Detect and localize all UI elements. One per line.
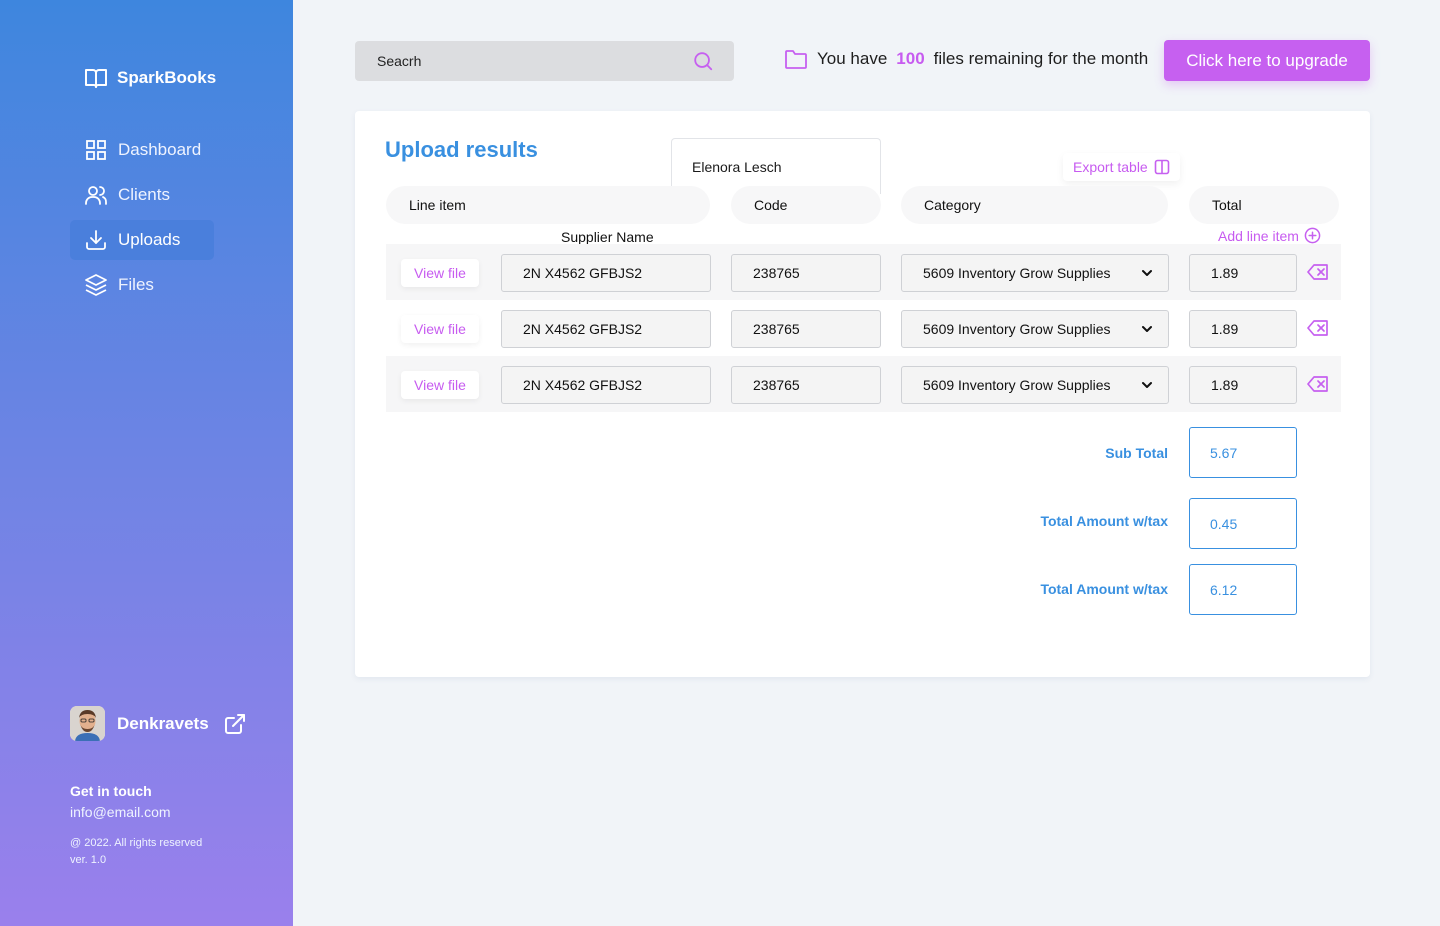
version-text: ver. 1.0	[70, 854, 107, 866]
table-row: View file 2N X4562 GFBJS2 238765 5609 In…	[386, 244, 1341, 300]
subtotal-label: Sub Total	[1105, 445, 1168, 461]
avatar[interactable]	[70, 706, 105, 741]
download-icon	[86, 230, 106, 250]
external-link-icon[interactable]	[223, 712, 247, 736]
supplier-name-label: Supplier Name	[561, 229, 654, 245]
view-file-button[interactable]: View file	[401, 315, 479, 343]
sidebar-item-label: Clients	[118, 185, 170, 204]
chevron-down-icon	[1142, 382, 1152, 388]
category-value: 5609 Inventory Grow Supplies	[923, 321, 1111, 337]
code-input[interactable]: 238765	[731, 254, 881, 292]
page-title: Upload results	[385, 137, 538, 162]
total-input[interactable]: 1.89	[1189, 310, 1297, 348]
chevron-down-icon	[1142, 270, 1152, 276]
files-remaining-notice: You have 100 files remaining for the mon…	[784, 48, 1148, 70]
brand-logo[interactable]: SparkBooks	[84, 67, 216, 89]
code-input[interactable]: 238765	[731, 366, 881, 404]
search-input[interactable]	[377, 53, 692, 69]
column-header-line-item[interactable]: Line item	[386, 186, 710, 224]
brand-name: SparkBooks	[117, 68, 217, 87]
files-remaining-count: 100	[896, 49, 925, 68]
user-profile[interactable]: Denkravets	[70, 706, 247, 741]
column-header-category[interactable]: Category	[901, 186, 1168, 224]
total-with-tax-field[interactable]: 6.12	[1189, 564, 1297, 615]
total-input[interactable]: 1.89	[1189, 254, 1297, 292]
line-item-input[interactable]: 2N X4562 GFBJS2	[501, 254, 711, 292]
category-value: 5609 Inventory Grow Supplies	[923, 377, 1111, 393]
category-select[interactable]: 5609 Inventory Grow Supplies	[901, 310, 1169, 348]
users-icon	[85, 186, 107, 205]
tax-amount-label: Total Amount w/tax	[1040, 513, 1168, 529]
add-line-item-button[interactable]: Add line item	[1218, 227, 1321, 244]
category-value: 5609 Inventory Grow Supplies	[923, 265, 1111, 281]
search-icon[interactable]	[692, 50, 714, 72]
category-select[interactable]: 5609 Inventory Grow Supplies	[901, 254, 1169, 292]
code-input[interactable]: 238765	[731, 310, 881, 348]
column-header-code[interactable]: Code	[731, 186, 881, 224]
sidebar: SparkBooks Dashboard Clients Uploads Fil…	[0, 0, 293, 926]
export-table-button[interactable]: Export table	[1063, 153, 1180, 181]
contact-email[interactable]: info@email.com	[70, 804, 171, 820]
files-notice-suffix: files remaining for the month	[933, 49, 1149, 68]
sidebar-item-label: Files	[118, 275, 154, 294]
user-name: Denkravets	[117, 713, 209, 733]
column-header-total[interactable]: Total	[1189, 186, 1339, 224]
total-input[interactable]: 1.89	[1189, 366, 1297, 404]
add-line-item-label: Add line item	[1218, 227, 1299, 244]
files-notice-prefix: You have	[817, 49, 888, 68]
subtotal-field[interactable]: 5.67	[1189, 427, 1297, 478]
delete-row-icon[interactable]	[1307, 318, 1329, 338]
copyright-block: @ 2022. All rights reserved ver. 1.0	[70, 835, 202, 869]
search-bar[interactable]	[355, 41, 734, 81]
export-table-label: Export table	[1073, 159, 1148, 175]
get-in-touch-heading: Get in touch	[70, 783, 152, 799]
layers-icon	[85, 274, 107, 296]
upload-results-card: Upload results Elenora Lesch Export tabl…	[355, 111, 1370, 677]
sidebar-item-dashboard[interactable]: Dashboard	[70, 130, 214, 170]
plus-circle-icon	[1304, 227, 1321, 244]
chevron-down-icon	[1142, 326, 1152, 332]
book-icon	[85, 69, 107, 88]
sidebar-item-label: Dashboard	[118, 140, 202, 159]
total-with-tax-label: Total Amount w/tax	[1040, 581, 1168, 597]
delete-row-icon[interactable]	[1307, 262, 1329, 282]
sidebar-item-label: Uploads	[118, 230, 181, 249]
tax-amount-field[interactable]: 0.45	[1189, 498, 1297, 549]
table-row: View file 2N X4562 GFBJS2 238765 5609 In…	[386, 356, 1341, 412]
delete-row-icon[interactable]	[1307, 374, 1329, 394]
columns-icon	[1154, 159, 1170, 175]
upgrade-button[interactable]: Click here to upgrade	[1164, 40, 1370, 81]
view-file-button[interactable]: View file	[401, 371, 479, 399]
folder-icon	[785, 50, 807, 69]
view-file-button[interactable]: View file	[401, 259, 479, 287]
copyright-text: @ 2022. All rights reserved	[70, 837, 203, 849]
sidebar-nav: Dashboard Clients Uploads Files	[70, 130, 214, 310]
avatar-image	[70, 706, 105, 741]
table-row: View file 2N X4562 GFBJS2 238765 5609 In…	[386, 300, 1341, 356]
sidebar-item-files[interactable]: Files	[70, 265, 214, 305]
line-item-input[interactable]: 2N X4562 GFBJS2	[501, 366, 711, 404]
category-select[interactable]: 5609 Inventory Grow Supplies	[901, 366, 1169, 404]
sidebar-item-uploads[interactable]: Uploads	[70, 220, 214, 260]
sidebar-item-clients[interactable]: Clients	[70, 175, 214, 215]
grid-icon	[86, 140, 106, 160]
line-item-input[interactable]: 2N X4562 GFBJS2	[501, 310, 711, 348]
